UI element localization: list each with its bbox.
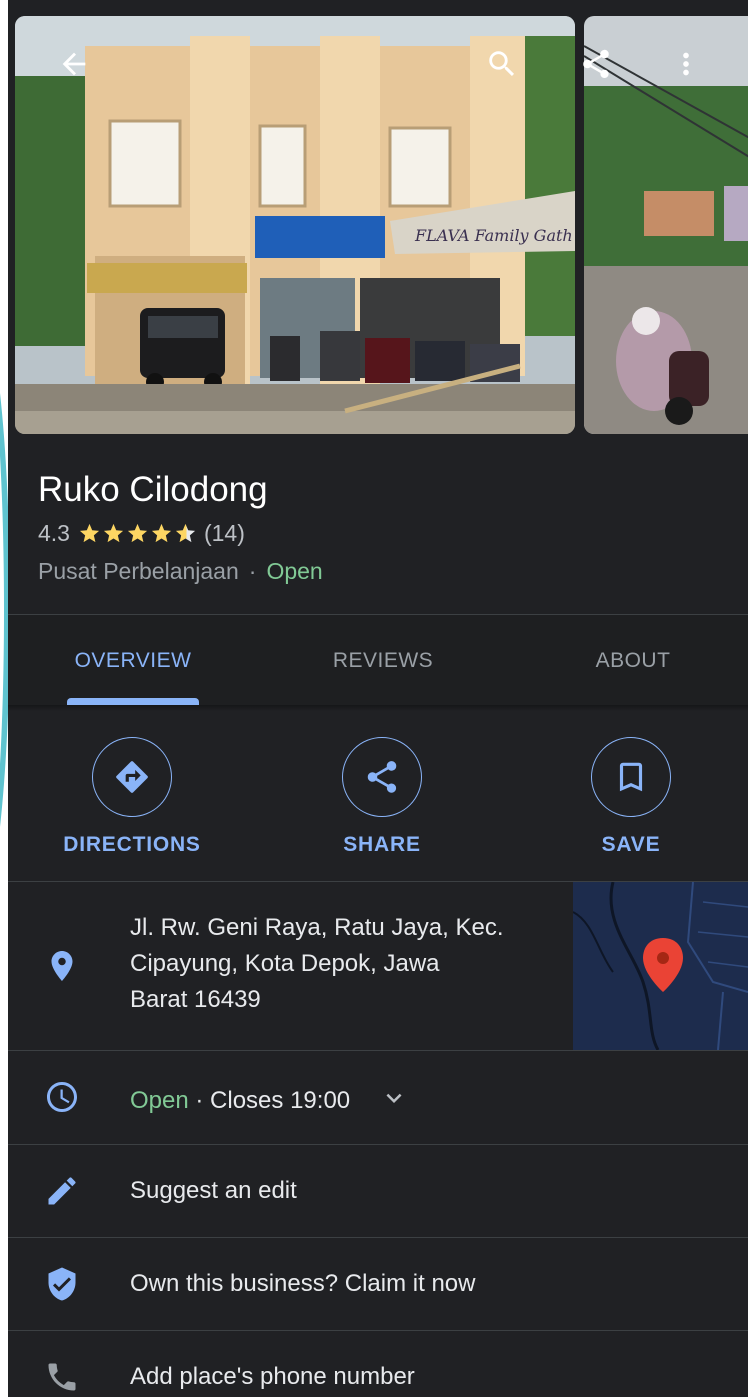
hours-separator: · xyxy=(188,1086,211,1114)
hours-closes: Closes 19:00 xyxy=(210,1086,351,1114)
phone-icon xyxy=(42,1357,82,1397)
action-buttons: DIRECTIONS SHARE SAVE xyxy=(8,712,748,880)
review-count: (14) xyxy=(203,520,245,546)
save-button[interactable]: SAVE xyxy=(551,737,711,857)
place-category: Pusat Perbelanjaan xyxy=(38,558,239,584)
hours-text: Open · Closes 19:00 xyxy=(130,1083,409,1120)
save-label: SAVE xyxy=(601,833,661,856)
rating-stars xyxy=(78,522,198,545)
address-line: Cipayung, Kota Depok, Jawa xyxy=(130,950,440,977)
directions-button[interactable]: DIRECTIONS xyxy=(52,737,212,857)
bookmark-icon xyxy=(591,737,671,817)
place-screen: FLAVA Family Gath Ruko Cilodong 4.3 (14)… xyxy=(8,0,748,1397)
back-arrow-icon[interactable] xyxy=(52,42,96,86)
pencil-icon xyxy=(42,1171,82,1211)
suggest-edit-label: Suggest an edit xyxy=(130,1177,297,1204)
clock-icon xyxy=(42,1077,82,1117)
hours-open-status: Open xyxy=(130,1086,189,1114)
tab-bar: OVERVIEW REVIEWS ABOUT xyxy=(8,615,748,707)
chevron-down-icon[interactable] xyxy=(379,1083,409,1120)
place-name: Ruko Cilodong xyxy=(38,470,268,509)
directions-label: DIRECTIONS xyxy=(63,833,201,856)
hours-row[interactable]: Open · Closes 19:00 xyxy=(8,1051,748,1144)
share-icon[interactable] xyxy=(574,42,618,86)
address-line: Jl. Rw. Geni Raya, Ratu Jaya, Kec. xyxy=(130,914,504,941)
mini-map[interactable] xyxy=(573,882,748,1050)
star-icon xyxy=(127,523,148,543)
address-line: Barat 16439 xyxy=(130,986,261,1013)
add-phone-row[interactable]: Add place's phone number xyxy=(8,1331,748,1397)
separator-dot: · xyxy=(248,558,257,584)
open-status: Open xyxy=(266,558,323,584)
location-pin-icon xyxy=(42,946,82,986)
star-half-icon xyxy=(175,523,196,543)
add-phone-label: Add place's phone number xyxy=(130,1363,415,1390)
search-icon[interactable] xyxy=(480,42,524,86)
tab-about[interactable]: ABOUT xyxy=(528,615,738,707)
star-icon xyxy=(151,523,172,543)
claim-business-row[interactable]: Own this business? Claim it now xyxy=(8,1238,748,1330)
address-text: Jl. Rw. Geni Raya, Ratu Jaya, Kec. Cipay… xyxy=(130,910,550,1018)
tab-shadow xyxy=(8,705,748,711)
star-icon xyxy=(103,523,124,543)
share-icon xyxy=(342,737,422,817)
category-row: Pusat Perbelanjaan · Open xyxy=(38,558,323,585)
tab-reviews[interactable]: REVIEWS xyxy=(278,615,488,707)
directions-icon xyxy=(92,737,172,817)
svg-text:FLAVA Family Gath: FLAVA Family Gath xyxy=(414,226,573,245)
photo-carousel[interactable]: FLAVA Family Gath xyxy=(8,0,748,450)
verified-shield-icon xyxy=(42,1264,82,1304)
share-button[interactable]: SHARE xyxy=(302,737,462,857)
address-row[interactable]: Jl. Rw. Geni Raya, Ratu Jaya, Kec. Cipay… xyxy=(8,882,748,1050)
rating-row[interactable]: 4.3 (14) xyxy=(38,520,245,547)
share-label: SHARE xyxy=(343,833,421,856)
tab-overview[interactable]: OVERVIEW xyxy=(28,615,238,707)
star-icon xyxy=(79,523,100,543)
claim-business-label: Own this business? Claim it now xyxy=(130,1270,476,1297)
place-header: Ruko Cilodong 4.3 (14) Pusat Perbelanjaa… xyxy=(8,450,748,614)
left-edge-decoration xyxy=(0,0,10,1397)
active-tab-indicator xyxy=(67,698,199,705)
suggest-edit-row[interactable]: Suggest an edit xyxy=(8,1145,748,1237)
more-vert-icon[interactable] xyxy=(664,42,708,86)
rating-value: 4.3 xyxy=(38,520,70,546)
